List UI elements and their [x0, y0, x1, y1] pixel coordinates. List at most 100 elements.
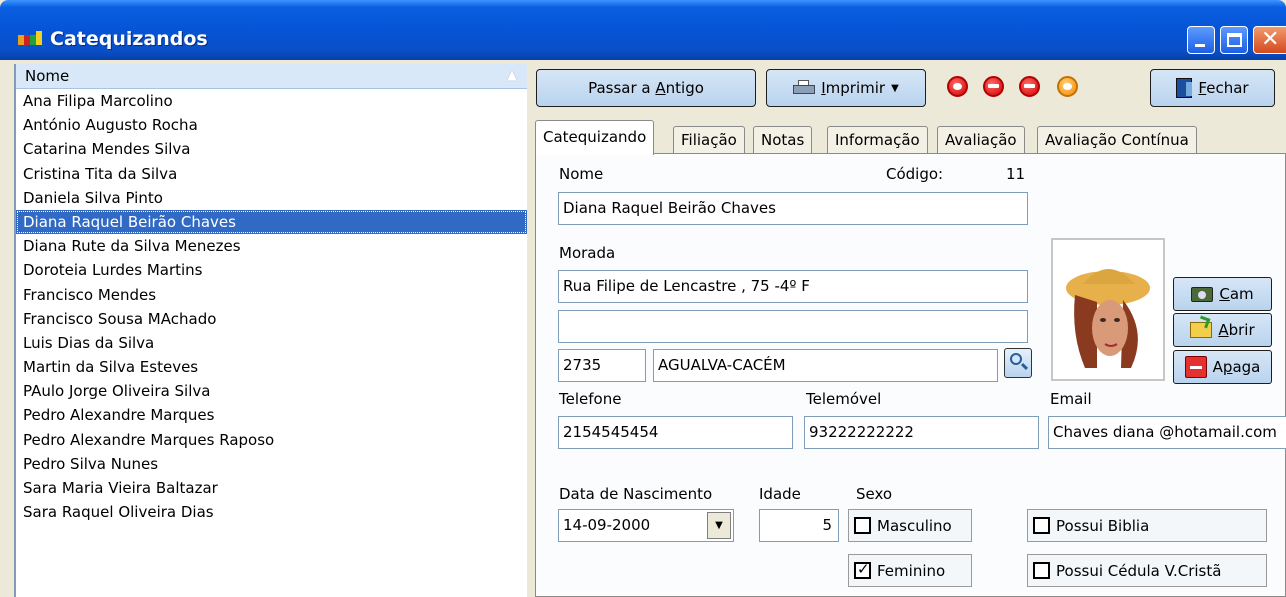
- list-items: Ana Filipa Marcolino António Augusto Roch…: [16, 89, 527, 524]
- list-item[interactable]: Martin da Silva Esteves: [16, 355, 527, 379]
- magnifier-icon: [1010, 353, 1022, 365]
- fechar-label: Fechar: [1198, 79, 1249, 97]
- close-icon: ✕: [1261, 27, 1280, 52]
- sexo-label: Sexo: [856, 485, 893, 503]
- data-nascimento-label: Data de Nascimento: [559, 485, 713, 503]
- record-next-icon[interactable]: [1019, 76, 1040, 97]
- imprimir-label: Imprimir: [821, 79, 886, 97]
- column-header-label: Nome: [25, 67, 70, 85]
- camera-icon: [1191, 286, 1214, 302]
- masculino-label: Masculino: [877, 516, 952, 535]
- tab-informacao[interactable]: Informação: [827, 126, 928, 154]
- record-last-icon[interactable]: [1057, 76, 1078, 97]
- list-item[interactable]: António Augusto Rocha: [16, 113, 527, 137]
- list-item[interactable]: Pedro Alexandre Marques Raposo: [16, 428, 527, 452]
- app-icon: [18, 29, 42, 51]
- list-item[interactable]: PAulo Jorge Oliveira Silva: [16, 379, 527, 403]
- sort-ascending-icon: ▲: [507, 68, 517, 83]
- tab-catequizando[interactable]: Catequizando: [535, 120, 655, 155]
- morada-label: Morada: [559, 244, 616, 262]
- telefone-label: Telefone: [559, 390, 622, 408]
- abrir-label: Abrir: [1218, 321, 1255, 339]
- list-item[interactable]: Ana Filipa Marcolino: [16, 89, 527, 113]
- title-bar[interactable]: Catequizandos ✕: [0, 0, 1286, 60]
- possui-cedula-label: Possui Cédula V.Cristã: [1056, 561, 1222, 580]
- list-item[interactable]: Sara Maria Vieira Baltazar: [16, 476, 527, 500]
- localidade-field[interactable]: AGUALVA-CACÉM: [653, 349, 998, 382]
- codigo-postal-field[interactable]: 2735: [558, 349, 646, 382]
- list-item[interactable]: Francisco Sousa MAchado: [16, 307, 527, 331]
- dropdown-arrow-icon: ▼: [891, 82, 899, 94]
- student-photo: [1066, 269, 1150, 368]
- open-folder-icon: [1190, 315, 1213, 338]
- column-header-nome[interactable]: Nome ▲: [16, 64, 527, 89]
- possui-biblia-check[interactable]: Possui Biblia: [1027, 509, 1267, 542]
- list-item[interactable]: Diana Raquel Beirão Chaves: [16, 209, 527, 235]
- codigo-value: 11: [1006, 165, 1026, 183]
- idade-label: Idade: [759, 485, 801, 503]
- chevron-down-icon[interactable]: ▼: [707, 512, 731, 539]
- window-title: Catequizandos: [50, 28, 208, 50]
- cam-label: Cam: [1219, 285, 1254, 303]
- maximize-icon: [1227, 33, 1242, 47]
- idade-field[interactable]: 5: [759, 509, 839, 542]
- apaga-button[interactable]: Apaga: [1173, 350, 1272, 384]
- list-item[interactable]: Cristina Tita da Silva: [16, 162, 527, 186]
- list-item[interactable]: Pedro Silva Nunes: [16, 452, 527, 476]
- possui-biblia-checkbox[interactable]: [1033, 517, 1050, 534]
- list-item[interactable]: Luis Dias da Silva: [16, 331, 527, 355]
- maximize-button[interactable]: [1220, 26, 1248, 54]
- minimize-button[interactable]: [1187, 26, 1215, 54]
- fechar-button[interactable]: Fechar: [1150, 69, 1275, 107]
- tab-avaliacao-continua[interactable]: Avaliação Contínua: [1037, 126, 1197, 154]
- camera-button[interactable]: Cam: [1173, 277, 1272, 311]
- list-item[interactable]: Doroteia Lurdes Martins: [16, 258, 527, 282]
- email-field[interactable]: Chaves diana @hotamail.com: [1048, 416, 1286, 449]
- passar-a-antigo-label: Passar a Antigo: [588, 79, 704, 97]
- data-nascimento-select[interactable]: 14-09-2000 ▼: [558, 509, 734, 542]
- printer-icon: [793, 80, 816, 96]
- email-label: Email: [1050, 390, 1092, 408]
- feminino-radio[interactable]: ✓ Feminino: [848, 554, 972, 587]
- search-localidade-button[interactable]: [1004, 348, 1032, 378]
- catequizandos-list[interactable]: Nome ▲ Ana Filipa Marcolino António Augus…: [14, 64, 527, 597]
- passar-a-antigo-button[interactable]: Passar a Antigo: [536, 69, 756, 107]
- data-nascimento-value: 14-09-2000: [563, 516, 651, 534]
- masculino-checkbox[interactable]: [854, 517, 871, 534]
- record-first-icon[interactable]: [947, 76, 968, 97]
- minimize-icon: [1195, 44, 1205, 47]
- delete-icon: [1184, 356, 1207, 378]
- telemovel-label: Telemóvel: [806, 390, 882, 408]
- possui-biblia-label: Possui Biblia: [1056, 516, 1150, 535]
- feminino-label: Feminino: [877, 561, 946, 580]
- list-item[interactable]: Sara Raquel Oliveira Dias: [16, 500, 527, 524]
- tab-catequizando-content: Nome Código: 11 Diana Raquel Beirão Chav…: [535, 153, 1286, 597]
- tab-notas[interactable]: Notas: [753, 126, 813, 154]
- close-button[interactable]: ✕: [1253, 26, 1286, 54]
- morada-line2-field[interactable]: [558, 310, 1028, 343]
- feminino-checkbox[interactable]: ✓: [854, 560, 871, 579]
- list-item[interactable]: Pedro Alexandre Marques: [16, 403, 527, 427]
- nome-label: Nome: [559, 165, 604, 183]
- telemovel-field[interactable]: 93222222222: [804, 416, 1039, 449]
- masculino-radio[interactable]: Masculino: [848, 509, 972, 542]
- list-item[interactable]: Francisco Mendes: [16, 283, 527, 307]
- possui-cedula-checkbox[interactable]: [1033, 562, 1050, 579]
- imprimir-button[interactable]: Imprimir ▼: [766, 69, 926, 107]
- telefone-field[interactable]: 2154545454: [558, 416, 793, 449]
- tab-avaliacao[interactable]: Avaliação: [937, 126, 1025, 154]
- codigo-label: Código:: [886, 165, 944, 183]
- abrir-button[interactable]: Abrir: [1173, 313, 1272, 347]
- list-item[interactable]: Daniela Silva Pinto: [16, 186, 527, 210]
- morada-line1-field[interactable]: Rua Filipe de Lencastre , 75 -4º F: [558, 270, 1028, 303]
- apaga-label: Apaga: [1212, 358, 1261, 376]
- list-item[interactable]: Catarina Mendes Silva: [16, 137, 527, 161]
- nome-field[interactable]: Diana Raquel Beirão Chaves: [558, 192, 1028, 225]
- list-item[interactable]: Diana Rute da Silva Menezes: [16, 234, 527, 258]
- possui-cedula-check[interactable]: Possui Cédula V.Cristã: [1027, 554, 1267, 587]
- photo-frame[interactable]: [1051, 238, 1165, 381]
- detail-panel: Passar a Antigo Imprimir ▼ Fechar Catequ…: [527, 60, 1286, 597]
- tab-filiacao[interactable]: Filiação: [673, 126, 745, 154]
- door-exit-icon: [1176, 78, 1193, 98]
- record-previous-icon[interactable]: [983, 76, 1004, 97]
